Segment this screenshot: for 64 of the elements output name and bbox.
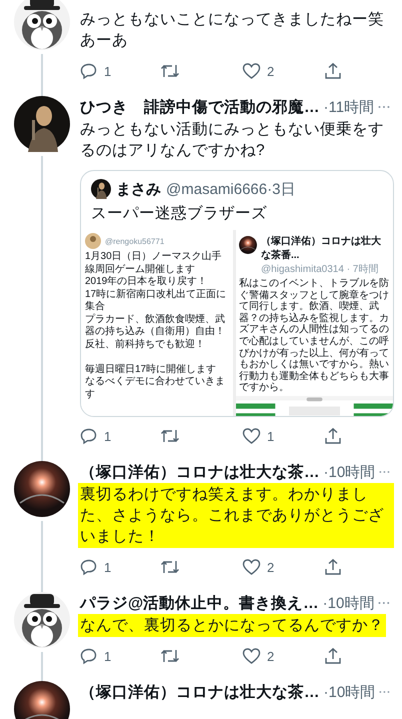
more-icon[interactable] (378, 601, 390, 605)
avatar[interactable] (14, 96, 70, 152)
user-name: まさみ (116, 180, 161, 198)
heart-icon[interactable] (242, 62, 261, 80)
more-icon[interactable] (379, 690, 390, 694)
tweet-text: 裏切るわけですね笑えます。わかりました、さようなら。これまでありがとうございました！ (80, 485, 385, 547)
retweet-icon[interactable] (160, 62, 180, 80)
tweet-text: 1月30日（日）ノーマスク山手線周回ゲーム開催します (85, 251, 223, 276)
tweet-text: みっともないことになってきましたねー笑 (80, 10, 384, 30)
share-icon[interactable] (324, 558, 342, 576)
user-name[interactable]: （塚口洋佑）コロナは壮大な茶… (80, 462, 320, 482)
timestamp[interactable]: ·11時間 (324, 98, 374, 116)
user-name[interactable]: パラジ@活動休止中。書き換え… (80, 592, 319, 614)
timestamp[interactable]: ·10時間 (322, 594, 374, 612)
more-icon[interactable] (378, 105, 390, 109)
tweet-text: 2019年の日本を取り戻す！ (85, 276, 208, 288)
avatar (91, 179, 111, 199)
user-handle: @rengoku56771 (105, 236, 164, 246)
user-name: （塚口洋佑）コロナは壮大な茶番... (260, 234, 382, 262)
tweet-text: あーあ (80, 31, 129, 51)
tweet-text: スーパー迷惑ブラザーズ (90, 204, 268, 224)
like-count: 2 (267, 560, 274, 574)
tweet-text: 私はこのイベント、トラブルを防ぐ警備スタッフとして腕章をつけて同行します。飲酒、喫煙、武器？の持ち込みを監視します。カズアキさんの人間性は知ってるので心配はしていませんが、この呼びかけが有った以上、何が有ってもおかしくは無いですから。熱い行動力も運動全体もどちらも大事ですから。 (238, 276, 390, 396)
share-icon[interactable] (324, 62, 342, 80)
reply-count: 1 (104, 428, 112, 444)
tweet-text: 17時に新宿南口改札出て正面に集合 (85, 288, 228, 314)
reply-icon[interactable] (80, 62, 98, 80)
heart-icon[interactable] (242, 427, 261, 445)
user-handle: @masami6666·3日 (166, 180, 296, 198)
avatar (239, 234, 257, 256)
quoted-tweet[interactable] (80, 170, 394, 417)
attached-image[interactable] (81, 230, 393, 416)
avatar (85, 233, 101, 249)
heart-icon[interactable] (242, 558, 261, 576)
tweet-text: 反社、前科持ちでも歓迎！ (85, 338, 206, 351)
reply-icon[interactable] (80, 427, 98, 445)
like-count: 2 (267, 648, 274, 664)
reply-count: 1 (104, 560, 112, 574)
reply-count: 1 (104, 648, 112, 664)
more-icon[interactable] (379, 470, 390, 474)
user-handle: @higashimita0314 · 7時間 (260, 262, 380, 276)
heart-icon[interactable] (242, 647, 261, 665)
retweet-icon[interactable] (160, 647, 180, 665)
avatar[interactable] (14, 0, 70, 50)
tweet-text: プラカード、飲酒飲食喫煙、武器の持ち込み（自衛用）自由！ (85, 314, 226, 338)
user-name[interactable]: ひつき 誹謗中傷で活動の邪魔… (80, 96, 320, 118)
user-name[interactable]: （塚口洋佑）コロナは壮大な茶… (80, 682, 320, 702)
timestamp[interactable]: ·10時間 (324, 462, 376, 482)
reply-icon[interactable] (80, 558, 98, 576)
avatar[interactable] (14, 592, 70, 648)
tweet-text: なるべくデモに合わせていきます (85, 376, 226, 401)
avatar[interactable] (14, 461, 70, 517)
like-count: 1 (267, 428, 274, 444)
reply-icon[interactable] (80, 647, 98, 665)
retweet-icon[interactable] (160, 558, 180, 576)
timestamp[interactable]: ·10時間 (324, 682, 376, 702)
share-icon[interactable] (324, 427, 342, 445)
share-icon[interactable] (324, 647, 342, 665)
retweet-icon[interactable] (160, 427, 180, 445)
reply-count: 1 (104, 64, 112, 78)
tweet-text: 毎週日曜日17時に開催します (85, 364, 218, 376)
tweet-text: なんで、裏切るとかになってるんですか？ (80, 616, 384, 636)
tweet-text: みっともない活動にみっともない便乗をするのはアリなんですかね? (80, 120, 385, 161)
like-count: 2 (267, 64, 274, 78)
